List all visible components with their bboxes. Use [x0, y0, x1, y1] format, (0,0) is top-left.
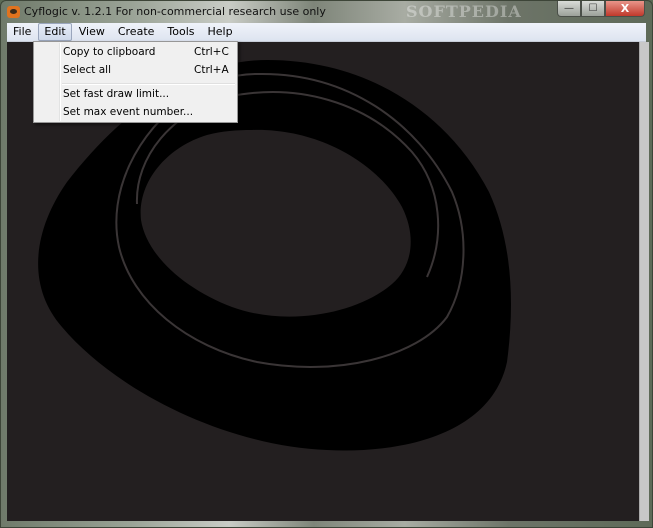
menu-item-copy-to-clipboard[interactable]: Copy to clipboard Ctrl+C	[35, 42, 236, 62]
app-logo-icon	[7, 6, 20, 18]
title-bar[interactable]: Cyflogic v. 1.2.1 For non-commercial res…	[1, 1, 652, 23]
edit-menu-dropdown: Copy to clipboard Ctrl+C Select all Ctrl…	[33, 41, 238, 123]
menu-edit[interactable]: Edit	[38, 23, 72, 41]
minimize-icon: —	[564, 3, 574, 14]
menu-create[interactable]: Create	[112, 23, 161, 41]
menu-item-label: Set max event number...	[63, 106, 194, 118]
minimize-button[interactable]: —	[557, 1, 581, 17]
menu-item-select-all[interactable]: Select all Ctrl+A	[35, 60, 236, 80]
menu-view[interactable]: View	[73, 23, 111, 41]
menu-item-label: Copy to clipboard	[63, 46, 156, 58]
vertical-scrollbar[interactable]	[639, 42, 649, 521]
menu-help[interactable]: Help	[202, 23, 239, 41]
menu-item-set-max-event-number[interactable]: Set max event number...	[35, 102, 236, 122]
menu-bar: File Edit View Create Tools Help	[7, 23, 646, 42]
menu-item-set-fast-draw-limit[interactable]: Set fast draw limit...	[35, 84, 236, 104]
menu-item-label: Select all	[63, 64, 111, 76]
maximize-button[interactable]: ☐	[581, 1, 605, 17]
window-controls: — ☐ X	[557, 1, 645, 18]
app-window: Cyflogic v. 1.2.1 For non-commercial res…	[0, 0, 653, 528]
window-title: Cyflogic v. 1.2.1 For non-commercial res…	[24, 5, 326, 18]
maximize-icon: ☐	[588, 3, 598, 14]
close-icon: X	[620, 2, 630, 15]
menu-file[interactable]: File	[7, 23, 37, 41]
menu-tools[interactable]: Tools	[161, 23, 200, 41]
watermark: SOFTPEDIA	[406, 2, 522, 21]
menu-item-shortcut: Ctrl+A	[194, 64, 229, 76]
close-button[interactable]: X	[605, 1, 645, 17]
menu-item-label: Set fast draw limit...	[63, 88, 170, 100]
menu-item-shortcut: Ctrl+C	[194, 46, 229, 58]
